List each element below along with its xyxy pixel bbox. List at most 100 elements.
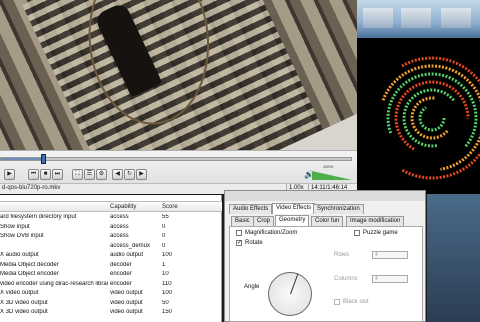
capability-cell: access_demux (110, 242, 151, 249)
playlist-button[interactable]: ☰ (84, 169, 95, 180)
tab-image-modification[interactable]: Image modification (346, 216, 405, 226)
name-cell: ard filesystem directory input (0, 214, 77, 220)
tab-geometry[interactable]: Geometry (275, 215, 310, 226)
audio-visualizer (381, 56, 480, 180)
fullscreen-button[interactable]: ⛶ (72, 169, 83, 180)
capability-cell: access (110, 223, 129, 230)
table-row[interactable]: Media Object decoder decoder 1 (0, 261, 222, 270)
black-slot-label: Black slot (343, 299, 369, 305)
seek-handle[interactable] (41, 154, 46, 164)
geometry-panel: Magnification/Zoom ✓ Rotate Angle Puzzle… (229, 226, 423, 322)
frame-prev-button[interactable]: ◀ (112, 169, 123, 180)
tab-crop[interactable]: Crop (253, 216, 275, 226)
puzzle-checkbox[interactable] (354, 230, 360, 236)
rotate-checkbox[interactable]: ✓ (236, 240, 242, 246)
score-cell: 0 (162, 233, 166, 239)
black-slot-checkbox[interactable] (334, 299, 340, 305)
rows-spinbox[interactable]: 4 (372, 251, 408, 259)
capability-column-header[interactable]: Capability (110, 204, 136, 210)
table-row[interactable]: video encoder using dirac-research libra… (0, 280, 222, 289)
columns-spinbox[interactable]: 4 (372, 275, 408, 283)
visualizer-ring (400, 56, 480, 180)
angle-label: Angle (244, 284, 260, 290)
name-cell: Media Object decoder (0, 261, 59, 268)
name-cell: X 3D video output (0, 299, 48, 306)
previous-button[interactable]: ⏮ (28, 169, 39, 180)
table-row[interactable]: X audio output audio output 100 (0, 251, 222, 260)
tab-synchronization[interactable]: Synchronization (313, 204, 364, 214)
table-row[interactable]: X video output video output 100 (0, 289, 222, 298)
window-pane (401, 8, 431, 28)
next-button[interactable]: ⏭ (52, 169, 63, 180)
table-row[interactable]: ard filesystem directory input access 55 (0, 213, 222, 222)
score-cell: 0 (162, 242, 166, 249)
tab-color-fun[interactable]: Color fun (311, 216, 344, 226)
volume-slider[interactable]: 🔊 100% (304, 164, 352, 181)
capability-cell: encoder (110, 280, 132, 287)
score-cell: 100 (162, 290, 173, 296)
capability-cell: access (110, 233, 129, 239)
score-column-header[interactable]: Score (162, 204, 178, 210)
loop-button[interactable]: ↻ (124, 169, 135, 180)
tab-video-effects[interactable]: Video Effects (272, 203, 316, 214)
table-header: Capability Score (0, 201, 222, 212)
puzzle-label: Puzzle game (363, 230, 398, 236)
score-cell: 110 (162, 280, 172, 287)
table-row[interactable]: X 3D video output video output 50 (0, 299, 222, 308)
name-cell: X video output (0, 290, 39, 296)
window-pane (363, 8, 393, 28)
tab-basic[interactable]: Basic (231, 216, 254, 226)
score-cell: 10 (162, 271, 169, 277)
volume-percent: 100% (323, 164, 334, 169)
volume-level (312, 171, 352, 180)
extended-settings-button[interactable]: ⚙ (96, 169, 107, 180)
table-row[interactable]: Show input access 0 (0, 223, 222, 232)
table-row[interactable]: Show DVB input access 0 (0, 232, 222, 241)
table-row[interactable]: Media Object encoder encoder 10 (0, 270, 222, 279)
seek-fill (1, 158, 43, 160)
capability-cell: audio output (110, 252, 144, 258)
play-button[interactable]: ▶ (4, 169, 15, 180)
filename-label: d-qos-blu720p-ro.mkv (2, 185, 61, 191)
name-cell: Show input (0, 223, 30, 230)
player-controls: ▶ ⏮ ■ ⏭ ⛶ ☰ ⚙ ◀ ↻ ▶ 🔊 100% d-qos-blu720p… (0, 150, 357, 194)
columns-label: Columns (334, 276, 358, 282)
modules-table: Capability Score ard filesystem director… (0, 195, 222, 322)
magnification-label: Magnification/Zoom (245, 230, 298, 236)
frame-next-button[interactable]: ▶ (136, 169, 147, 180)
magnification-checkbox[interactable] (236, 230, 242, 236)
capability-cell: access (110, 214, 129, 220)
visualizer-ring (410, 96, 449, 140)
dial-needle (290, 273, 299, 295)
capability-cell: encoder (110, 271, 132, 277)
visualizer-ring (418, 106, 446, 132)
score-cell: 55 (162, 214, 169, 220)
name-cell: X 3D video output (0, 309, 48, 315)
tab-audio-effects[interactable]: Audio Effects (229, 204, 273, 214)
name-cell: X audio output (0, 252, 39, 258)
capability-cell: video output (110, 299, 143, 306)
rows-label: Rows (334, 252, 350, 258)
table-row[interactable]: access_demux 0 (0, 242, 222, 251)
name-cell: Show DVB input (0, 233, 44, 239)
video-output-window[interactable] (0, 0, 357, 150)
name-cell: Media Object encoder (0, 271, 59, 277)
score-cell: 100 (162, 252, 173, 258)
score-cell: 150 (162, 309, 173, 315)
stop-button[interactable]: ■ (40, 169, 51, 180)
desktop-background (427, 194, 480, 322)
dialog-top-strip (225, 191, 425, 201)
visualizer-ring (402, 88, 455, 148)
capability-cell: decoder (110, 261, 132, 268)
score-cell: 0 (162, 223, 166, 230)
window-titlebar (357, 0, 480, 38)
angle-dial[interactable] (268, 272, 312, 316)
visualizer-ring (381, 64, 480, 171)
rotated-video-frame (0, 0, 357, 150)
checkmark-icon: ✓ (237, 240, 243, 246)
seek-bar[interactable] (0, 154, 352, 164)
rotate-label: Rotate (245, 240, 263, 246)
name-cell: video encoder using dirac-research libra… (0, 280, 108, 287)
visualizer-ring (394, 80, 470, 151)
table-row[interactable]: X 3D video output video output 150 (0, 308, 222, 317)
